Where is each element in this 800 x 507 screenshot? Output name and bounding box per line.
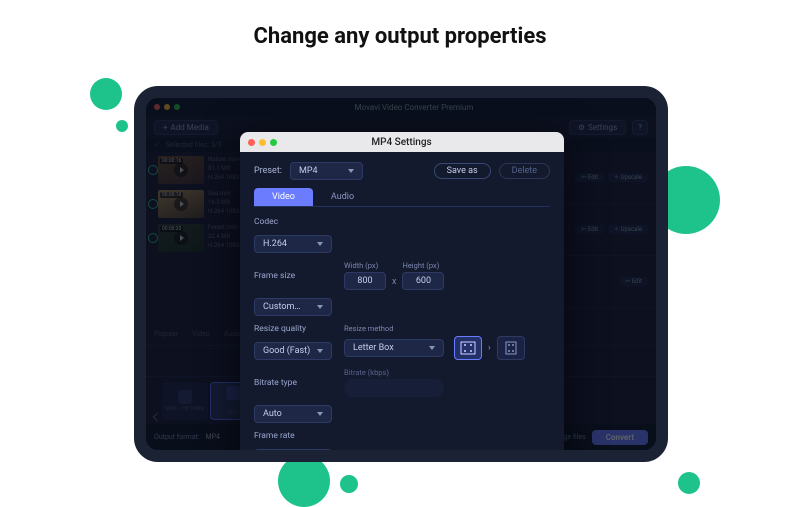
bitrate-type-select[interactable]: Auto [254, 405, 332, 423]
save-as-button[interactable]: Save as [434, 163, 491, 179]
width-label: Width (px) [344, 261, 386, 270]
aspect-fill-icon[interactable] [497, 336, 525, 360]
chevron-down-icon [317, 305, 323, 309]
bitrate-label: Bitrate (kbps) [344, 368, 550, 377]
frame-rate-label: Frame rate [254, 431, 332, 441]
arrow-right-icon: › [488, 343, 491, 353]
aspect-fit-icon[interactable] [454, 336, 482, 360]
device-frame: Movavi Video Converter Premium +Add Medi… [134, 86, 668, 462]
decor-circle [278, 455, 330, 507]
codec-label: Codec [254, 217, 332, 227]
height-input[interactable]: 600 [402, 272, 444, 290]
modal-title: MP4 Settings [277, 137, 526, 148]
modal-titlebar: MP4 Settings [240, 132, 564, 152]
tab-video[interactable]: Video [254, 188, 313, 206]
times-icon: x [392, 277, 396, 290]
width-input[interactable]: 800 [344, 272, 386, 290]
codec-select[interactable]: H.264 [254, 235, 332, 253]
frame-rate-value: Auto [263, 453, 282, 462]
decor-circle [340, 475, 358, 493]
page-heading: Change any output properties [0, 0, 800, 67]
resize-quality-select[interactable]: Good (Fast) [254, 342, 332, 360]
frame-size-select[interactable]: Custom… [254, 298, 332, 316]
bitrate-type-label: Bitrate type [254, 378, 332, 388]
settings-modal: MP4 Settings Preset: MP4 Save as Delete … [240, 132, 564, 462]
tab-audio[interactable]: Audio [313, 188, 372, 206]
chevron-down-icon [317, 349, 323, 353]
preset-value: MP4 [299, 166, 318, 176]
bitrate-type-value: Auto [263, 409, 282, 419]
decor-circle [116, 120, 128, 132]
chevron-down-icon [429, 346, 435, 350]
frame-size-label: Frame size [254, 271, 332, 281]
resize-method-value: Letter Box [353, 343, 394, 353]
chevron-down-icon [348, 169, 354, 173]
resize-quality-label: Resize quality [254, 324, 332, 334]
codec-value: H.264 [263, 239, 287, 249]
chevron-down-icon [317, 456, 323, 460]
resize-method-label: Resize method [344, 324, 550, 333]
traffic-lights[interactable] [248, 139, 277, 146]
resize-quality-value: Good (Fast) [263, 346, 310, 356]
settings-tabs: Video Audio [254, 188, 550, 207]
chevron-down-icon [317, 242, 323, 246]
bitrate-input [344, 379, 444, 397]
decor-circle [90, 78, 122, 110]
decor-circle [678, 472, 700, 494]
chevron-down-icon [317, 412, 323, 416]
frame-rate-select[interactable]: Auto [254, 449, 332, 462]
delete-button[interactable]: Delete [499, 163, 550, 179]
frame-size-value: Custom… [263, 302, 300, 312]
resize-method-select[interactable]: Letter Box [344, 339, 444, 357]
preset-label: Preset: [254, 166, 282, 176]
height-label: Height (px) [402, 261, 444, 270]
preset-select[interactable]: MP4 [290, 162, 363, 180]
